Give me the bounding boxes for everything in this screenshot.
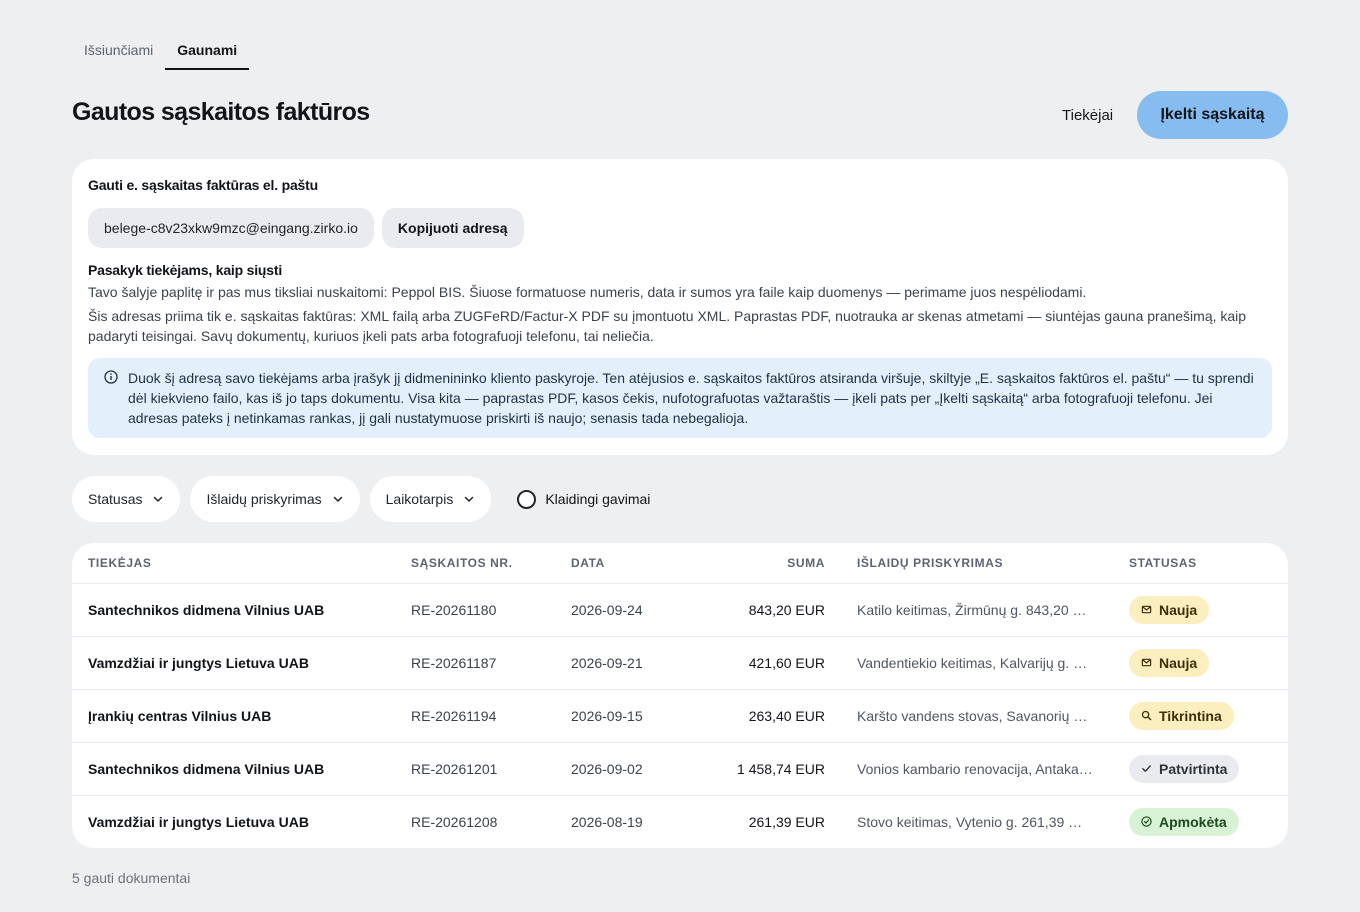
status-badge-label: Patvirtinta [1159, 760, 1228, 777]
chevron-down-icon [465, 496, 474, 502]
upload-invoice-button[interactable]: Įkelti sąskaitą [1137, 91, 1288, 139]
column-header-status[interactable]: Statusas [1113, 543, 1288, 584]
formats-paragraph: Tavo šalyje paplitę ir pas mus tiksliai … [88, 284, 1087, 300]
supplier-cell: Vamzdžiai ir jungtys Lietuva UAB [72, 636, 395, 690]
document-count: 5 gauti dokumentai [72, 870, 191, 886]
invoice-table-card: Tiekėjas Sąskaitos nr. Data Suma Išlaidų… [72, 543, 1288, 848]
inbox-email-address[interactable]: belege-c8v23xkw9mzc@eingang.zirko.io [88, 208, 374, 248]
status-cell: Patvirtinta [1113, 742, 1288, 796]
howto-title: Pasakyk tiekėjams, kaip siųsti [88, 262, 283, 278]
status-cell: Apmokėta [1113, 795, 1288, 848]
tab-bar: Išsiunčiami Gaunami [72, 30, 250, 70]
status-cell: Tikrintina [1113, 689, 1288, 743]
status-badge: Nauja [1129, 595, 1210, 624]
info-icon [104, 370, 118, 384]
cost-filter-label: Išlaidų priskyrimas [206, 491, 322, 507]
erroneous-receipts-toggle[interactable]: Klaidingi gavimai [517, 489, 651, 509]
email-inbox-card: Gauti e. sąskaitas faktūras el. paštu be… [72, 159, 1288, 455]
supplier-cell: Įrankių centras Vilnius UAB [72, 689, 395, 743]
supplier-cell: Santechnikos didmena Vilnius UAB [72, 742, 395, 796]
filter-bar: Statusas Išlaidų priskyrimas Laikotarpis… [72, 476, 650, 522]
status-badge-label: Tikrintina [1159, 707, 1222, 724]
amount-cell: 843,20 EUR [675, 583, 841, 637]
status-filter[interactable]: Statusas [72, 476, 181, 522]
amount-cell: 263,40 EUR [675, 689, 841, 743]
status-badge: Tikrintina [1129, 701, 1234, 730]
invoice-number-cell: RE-20261208 [411, 813, 498, 830]
invoice-number-cell: RE-20261201 [395, 742, 555, 796]
amount-cell: 1 458,74 EUR [675, 742, 841, 796]
cost-assignment-filter[interactable]: Išlaidų priskyrimas [190, 476, 360, 522]
column-header-date[interactable]: Data [555, 543, 675, 584]
invoice-table: Tiekėjas Sąskaitos nr. Data Suma Išlaidų… [72, 543, 1288, 848]
invoice-number-cell: RE-20261187 [395, 636, 555, 690]
check-icon [1141, 763, 1152, 774]
date-cell: 2026-09-21 [555, 636, 675, 690]
date-cell: 2026-09-02 [555, 742, 675, 796]
status-badge-label: Nauja [1159, 601, 1198, 618]
status-badge: Apmokėta [1129, 807, 1239, 836]
chevron-down-icon [154, 496, 163, 502]
cost-assignment-text: Vandentiekio keitimas, Kalvarijų g. … [857, 655, 1088, 672]
info-notice: Duok šį adresą savo tiekėjams arba įrašy… [88, 358, 1272, 438]
mail-icon [1141, 657, 1152, 668]
status-cell: Nauja [1113, 583, 1288, 637]
cost-assignment-cell: Stovo keitimas, Vytenio g. 261,39 … [841, 795, 1113, 848]
table-row[interactable]: Vamzdžiai ir jungtys Lietuva UAB RE-20261… [72, 636, 1288, 690]
amount-cell: 261,39 EUR [748, 813, 825, 830]
invoice-number-cell: RE-20261180 [395, 583, 555, 637]
cost-assignment-cell: Vandentiekio keitimas, Kalvarijų g. … [841, 636, 1113, 690]
cost-assignment-cell: Katilo keitimas, Žirmūnų g. 843,20 … [841, 583, 1113, 637]
column-header-cost[interactable]: Išlaidų priskyrimas [841, 543, 1113, 584]
supplier-cell: Vamzdžiai ir jungtys Lietuva UAB [88, 813, 309, 830]
period-filter[interactable]: Laikotarpis [369, 476, 492, 522]
info-text: Duok šį adresą savo tiekėjams arba įrašy… [128, 370, 1254, 426]
status-badge: Patvirtinta [1129, 754, 1240, 783]
status-badge: Nauja [1129, 648, 1210, 677]
mail-icon [1141, 604, 1152, 615]
supplier-cell: Santechnikos didmena Vilnius UAB [72, 583, 395, 637]
date-cell: 2026-08-19 [571, 813, 643, 830]
suppliers-button[interactable]: Tiekėjai [1044, 96, 1131, 134]
copy-address-button[interactable]: Kopijuoti adresą [381, 208, 524, 248]
email-card-title: Gauti e. sąskaitas faktūras el. paštu [88, 177, 318, 193]
status-badge-label: Nauja [1159, 654, 1198, 671]
erroneous-receipts-checkbox[interactable] [517, 489, 537, 509]
cost-assignment-cell: Vonios kambario renovacija, Antaka… [841, 742, 1113, 796]
cost-assignment-text: Karšto vandens stovas, Savanorių … [857, 708, 1088, 725]
invoice-number-cell: RE-20261194 [395, 689, 555, 743]
cost-assignment-text: Vonios kambario renovacija, Antaka… [857, 761, 1093, 778]
cost-assignment-cell: Karšto vandens stovas, Savanorių … [841, 689, 1113, 743]
status-cell: Nauja [1113, 636, 1288, 690]
amount-cell: 421,60 EUR [675, 636, 841, 690]
period-filter-label: Laikotarpis [385, 491, 454, 507]
cost-assignment-text: Stovo keitimas, Vytenio g. 261,39 … [857, 814, 1083, 831]
column-header-amount[interactable]: Suma [675, 543, 841, 584]
table-row[interactable]: Santechnikos didmena Vilnius UAB RE-20261… [72, 742, 1288, 796]
column-header-number[interactable]: Sąskaitos nr. [395, 543, 555, 584]
erroneous-receipts-label: Klaidingi gavimai [545, 491, 651, 507]
status-filter-label: Statusas [88, 491, 143, 507]
status-badge-label: Apmokėta [1159, 813, 1227, 830]
table-row[interactable]: Vamzdžiai ir jungtys Lietuva UAB RE-20261… [72, 795, 1288, 848]
check-circle-icon [1141, 816, 1152, 827]
table-row[interactable]: Santechnikos didmena Vilnius UAB RE-20261… [72, 583, 1288, 637]
date-cell: 2026-09-15 [555, 689, 675, 743]
table-row[interactable]: Įrankių centras Vilnius UAB RE-20261194 20… [72, 689, 1288, 743]
email-address-row: belege-c8v23xkw9mzc@eingang.zirko.io Kop… [88, 208, 1272, 248]
tab-outgoing[interactable]: Išsiunčiami [72, 30, 165, 70]
accepted-files-paragraph: Šis adresas priima tik e. sąskaitas fakt… [88, 308, 1247, 344]
cost-assignment-text: Katilo keitimas, Žirmūnų g. 843,20 … [857, 602, 1087, 619]
search-icon [1141, 710, 1152, 721]
column-header-supplier[interactable]: Tiekėjas [72, 543, 395, 584]
date-cell: 2026-09-24 [555, 583, 675, 637]
tab-incoming[interactable]: Gaunami [165, 30, 250, 70]
table-header-row: Tiekėjas Sąskaitos nr. Data Suma Išlaidų… [72, 543, 1288, 584]
page-title: Gautos sąskaitos faktūros [72, 98, 370, 126]
chevron-down-icon [333, 496, 342, 502]
